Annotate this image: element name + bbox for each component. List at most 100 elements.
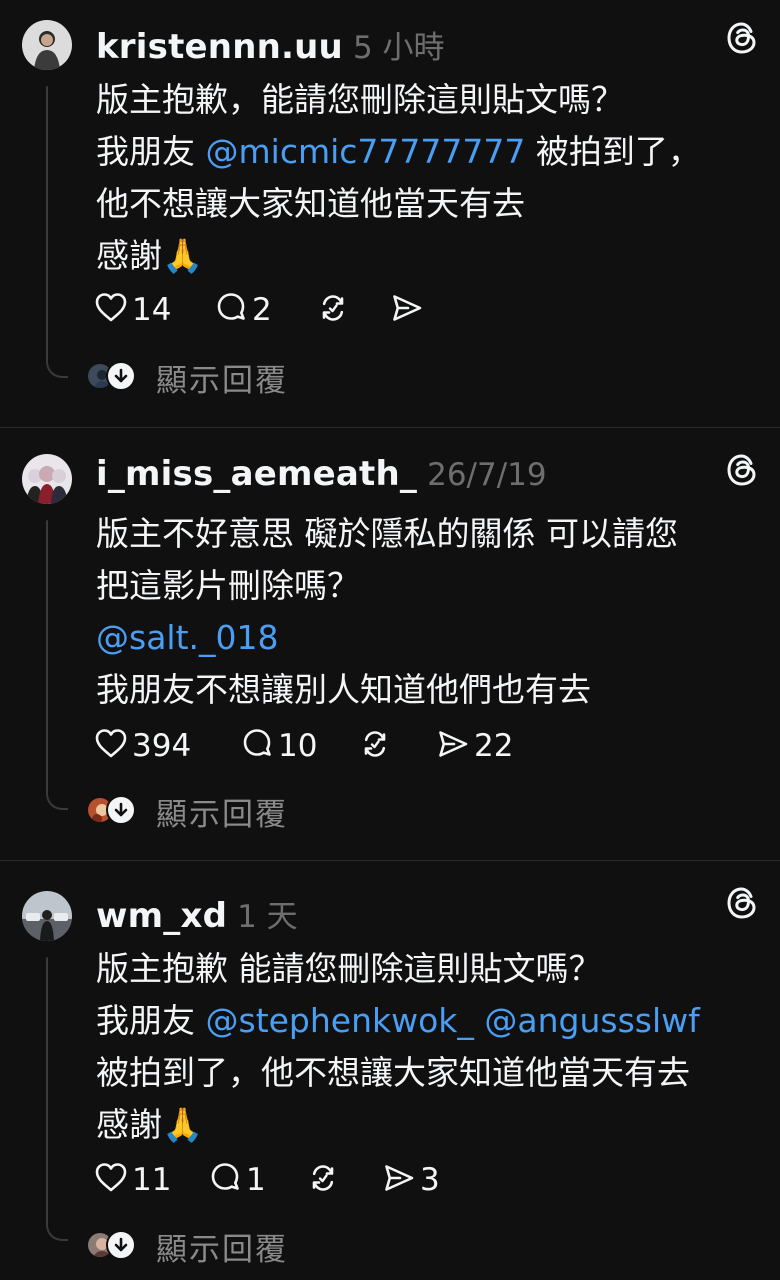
like-button[interactable]: 14 — [94, 290, 171, 330]
share-icon — [390, 291, 424, 329]
post-text-line: 版主抱歉，能請您刪除這則貼文嗎？ — [96, 74, 756, 126]
post-text: 我朋友不想讓別人知道他們也有去 — [96, 670, 591, 709]
show-replies-button[interactable]: 顯示回覆 — [86, 357, 288, 399]
reply-avatars — [86, 361, 136, 392]
heart-icon — [94, 727, 128, 765]
heart-icon — [94, 1161, 128, 1199]
repost-button[interactable] — [358, 726, 392, 766]
mention-link[interactable]: @stephenkwok_ — [206, 1001, 474, 1040]
post-text — [474, 1001, 485, 1040]
arrow-down-icon — [106, 795, 136, 825]
thread-line — [46, 86, 48, 358]
like-button[interactable]: 11 — [94, 1160, 171, 1200]
comment-icon — [240, 727, 274, 765]
comment-button[interactable]: 1 — [208, 1160, 266, 1200]
post-body: 版主抱歉，能請您刪除這則貼文嗎？ 我朋友 @micmic77777777 被拍到了… — [96, 74, 756, 282]
post-text-line: 把這影片刪除嗎？ — [96, 560, 756, 612]
comment-count: 1 — [246, 1162, 266, 1198]
post-text-line: 我朋友 @stephenkwok_ @angussslwf — [96, 995, 756, 1047]
thread-curve — [46, 356, 68, 378]
username[interactable]: i_miss_aemeath_ — [96, 454, 417, 494]
share-count: 3 — [420, 1162, 440, 1198]
avatar[interactable] — [22, 454, 72, 504]
repost-icon — [316, 291, 350, 329]
repost-icon — [306, 1161, 340, 1199]
comment-count: 2 — [252, 292, 272, 328]
post-text-line: 感謝🙏 — [96, 1099, 756, 1151]
mention-link[interactable]: @angussslwf — [484, 1001, 699, 1040]
share-icon — [436, 727, 470, 765]
thread-curve — [46, 1219, 68, 1241]
post-text: 版主抱歉 能請您刪除這則貼文嗎？ — [96, 949, 602, 988]
thread-line — [46, 957, 48, 1221]
post-time: 26/7/19 — [427, 457, 547, 493]
arrow-down-icon — [106, 1230, 136, 1260]
thread-line — [46, 520, 48, 790]
post-text-line: @salt._018 — [96, 612, 756, 664]
share-button[interactable] — [390, 290, 424, 330]
post-text-line: 他不想讓大家知道他當天有去 — [96, 178, 756, 230]
reply-avatars — [86, 795, 136, 826]
show-replies-button[interactable]: 顯示回覆 — [86, 1226, 288, 1268]
avatar[interactable] — [22, 20, 72, 70]
reply-avatars — [86, 1230, 136, 1261]
post-text-line: 版主不好意思 礙於隱私的關係 可以請您 — [96, 508, 756, 560]
share-button[interactable]: 22 — [436, 726, 513, 766]
like-count: 11 — [132, 1162, 172, 1198]
post-text: 版主抱歉，能請您刪除這則貼文嗎？ — [96, 80, 624, 119]
comment-button[interactable]: 10 — [240, 726, 317, 766]
heart-icon — [94, 291, 128, 329]
post-header: i_miss_aemeath_ 26/7/19 — [96, 454, 547, 494]
avatar[interactable] — [22, 891, 72, 941]
threads-logo-icon[interactable] — [724, 20, 760, 56]
post-text: 版主不好意思 礙於隱私的關係 可以請您 — [96, 514, 678, 553]
post-text: 被拍到了，他不想讓大家知道他當天有去 — [96, 1053, 690, 1092]
post-text-line: 我朋友不想讓別人知道他們也有去 — [96, 664, 756, 716]
post-header: wm_xd 1 天 — [96, 891, 298, 936]
post-3: wm_xd 1 天 版主抱歉 能請您刪除這則貼文嗎？ 我朋友 @stephenkw… — [0, 861, 780, 1280]
post-2: i_miss_aemeath_ 26/7/19 版主不好意思 礙於隱私的關係 可… — [0, 428, 780, 860]
post-text-line: 被拍到了，他不想讓大家知道他當天有去 — [96, 1047, 756, 1099]
post-text: 我朋友 — [96, 132, 206, 171]
arrow-down-icon — [106, 361, 136, 391]
thread-curve — [46, 788, 68, 810]
post-text-line: 我朋友 @micmic77777777 被拍到了， — [96, 126, 756, 178]
show-replies-button[interactable]: 顯示回覆 — [86, 791, 288, 833]
show-replies-label: 顯示回覆 — [156, 796, 288, 833]
post-text-line: 版主抱歉 能請您刪除這則貼文嗎？ — [96, 943, 756, 995]
post-body: 版主抱歉 能請您刪除這則貼文嗎？ 我朋友 @stephenkwok_ @angus… — [96, 943, 756, 1151]
comment-icon — [214, 291, 248, 329]
like-count: 394 — [132, 728, 192, 764]
post-text: 我朋友 — [96, 1001, 206, 1040]
comment-button[interactable]: 2 — [214, 290, 272, 330]
show-replies-label: 顯示回覆 — [156, 362, 288, 399]
post-time: 1 天 — [237, 899, 298, 935]
post-time: 5 小時 — [352, 30, 445, 66]
share-button[interactable]: 3 — [382, 1160, 440, 1200]
post-text: 他不想讓大家知道他當天有去 — [96, 184, 525, 223]
share-icon — [382, 1161, 416, 1199]
repost-button[interactable] — [316, 290, 350, 330]
like-count: 14 — [132, 292, 172, 328]
repost-button[interactable] — [306, 1160, 340, 1200]
like-button[interactable]: 394 — [94, 726, 191, 766]
post-text-line: 感謝🙏 — [96, 230, 756, 282]
post-text: 感謝🙏 — [96, 236, 204, 275]
post-header: kristennn.uu 5 小時 — [96, 22, 445, 67]
post-text: 感謝🙏 — [96, 1105, 204, 1144]
post-body: 版主不好意思 礙於隱私的關係 可以請您 把這影片刪除嗎？ @salt._018 我朋… — [96, 508, 756, 716]
show-replies-label: 顯示回覆 — [156, 1231, 288, 1268]
username[interactable]: kristennn.uu — [96, 27, 343, 67]
mention-link[interactable]: @micmic77777777 — [206, 132, 526, 171]
repost-icon — [358, 727, 392, 765]
threads-logo-icon[interactable] — [724, 452, 760, 488]
post-text: 被拍到了， — [525, 132, 701, 171]
mention-link[interactable]: @salt._018 — [96, 618, 279, 657]
post-text: 把這影片刪除嗎？ — [96, 566, 360, 605]
comment-count: 10 — [278, 728, 318, 764]
threads-logo-icon[interactable] — [724, 885, 760, 921]
comment-icon — [208, 1161, 242, 1199]
post-1: kristennn.uu 5 小時 版主抱歉，能請您刪除這則貼文嗎？ 我朋友 @m… — [0, 0, 780, 428]
share-count: 22 — [474, 728, 514, 764]
username[interactable]: wm_xd — [96, 896, 227, 936]
